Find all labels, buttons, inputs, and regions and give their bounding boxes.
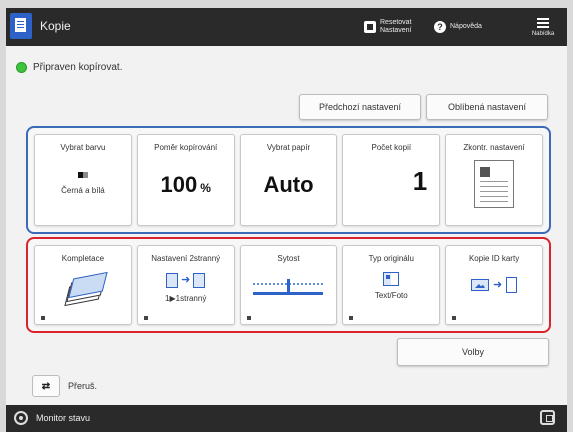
favorite-settings-button[interactable]: Oblíbená nastavení (426, 94, 548, 120)
status-monitor-icon[interactable] (14, 411, 28, 425)
select-color-label: Vybrat barvu (60, 143, 106, 152)
copy-count-button[interactable]: Počet kopií 1 (342, 134, 441, 226)
select-color-value: Černá a bílá (61, 186, 105, 195)
original-type-button[interactable]: Typ originálu Text/Foto (342, 245, 441, 325)
copy-app-icon (10, 13, 32, 39)
corner-marker-icon (452, 316, 457, 320)
collate-stack-icon (60, 271, 108, 307)
sync-icon[interactable] (540, 410, 555, 425)
hamburger-menu-icon (537, 18, 549, 20)
corner-marker-icon (349, 316, 354, 320)
two-sided-value: 1▶1stranný (165, 294, 207, 303)
collate-button[interactable]: Kompletace (34, 245, 132, 325)
black-white-icon (77, 172, 88, 178)
copy-ratio-unit: % (200, 181, 211, 195)
document-preview-icon (474, 160, 515, 208)
id-card-copy-label: Kopie ID karty (468, 254, 520, 263)
select-color-button[interactable]: Vybrat barvu Černá a bílá (34, 134, 132, 226)
copy-ratio-button[interactable]: Poměr kopírování 100% (136, 134, 235, 226)
reset-icon (364, 21, 376, 33)
original-type-label: Typ originálu (368, 254, 414, 263)
reset-settings-button[interactable]: Resetovat Nastavení (364, 16, 414, 38)
previous-settings-button[interactable]: Předchozí nastavení (299, 94, 421, 120)
copy-count-value: 1 (412, 166, 428, 196)
check-settings-label: Zkontr. nastavení (463, 143, 525, 152)
footer-bar: Monitor stavu (6, 405, 567, 432)
menu-button[interactable]: Nabídka (526, 12, 560, 42)
status-text: Připraven kopírovat. (33, 62, 123, 73)
app-title: Kopie (40, 19, 71, 33)
status-ready-icon (16, 62, 27, 73)
options-button[interactable]: Volby (397, 338, 549, 366)
select-paper-button[interactable]: Vybrat papír Auto (239, 134, 338, 226)
select-paper-value: Auto (263, 172, 314, 197)
help-button[interactable]: ? Nápověda (434, 16, 482, 38)
original-type-value: Text/Foto (374, 291, 408, 300)
copy-screen: Kopie Resetovat Nastavení ? Nápověda Nab… (6, 8, 567, 432)
main-settings-group: Vybrat barvu Černá a bílá Poměr kopírová… (26, 126, 551, 234)
copy-count-label: Počet kopií (371, 143, 412, 152)
reset-label: Resetovat Nastavení (380, 19, 412, 34)
interrupt-button[interactable]: ⇄ (32, 375, 60, 397)
two-sided-label: Nastavení 2stranný (151, 254, 221, 263)
select-paper-label: Vybrat papír (266, 143, 311, 152)
corner-marker-icon (41, 316, 45, 320)
corner-marker-icon (246, 316, 251, 320)
id-card-copy-button[interactable]: Kopie ID karty ➜ (445, 245, 543, 325)
density-button[interactable]: Sytost (239, 245, 338, 325)
density-label: Sytost (277, 254, 300, 263)
original-type-icon (383, 272, 400, 286)
corner-marker-icon (143, 316, 148, 320)
two-sided-button[interactable]: Nastavení 2stranný ➜ 1▶1stranný (136, 245, 235, 325)
copy-ratio-display: 100% (161, 172, 211, 198)
help-icon: ? (434, 21, 446, 33)
menu-label: Nabídka (531, 31, 555, 37)
interrupt-icon: ⇄ (41, 380, 51, 392)
duplex-icon: ➜ (166, 273, 206, 288)
help-label: Nápověda (450, 23, 482, 30)
status-line: Připraven kopírovat. (16, 62, 123, 73)
collate-label: Kompletace (61, 254, 105, 263)
function-settings-group: Kompletace Nastavení 2stranný ➜ 1▶1stran… (26, 237, 551, 333)
header-bar: Kopie Resetovat Nastavení ? Nápověda Nab… (6, 8, 567, 46)
interrupt-label: Přeruš. (68, 381, 98, 391)
status-monitor-button[interactable]: Monitor stavu (36, 413, 90, 423)
id-card-copy-icon: ➜ (470, 277, 518, 293)
copy-ratio-label: Poměr kopírování (154, 143, 218, 152)
check-settings-button[interactable]: Zkontr. nastavení (445, 134, 543, 226)
density-slider-icon (253, 277, 324, 297)
copy-ratio-value: 100 (160, 172, 198, 197)
